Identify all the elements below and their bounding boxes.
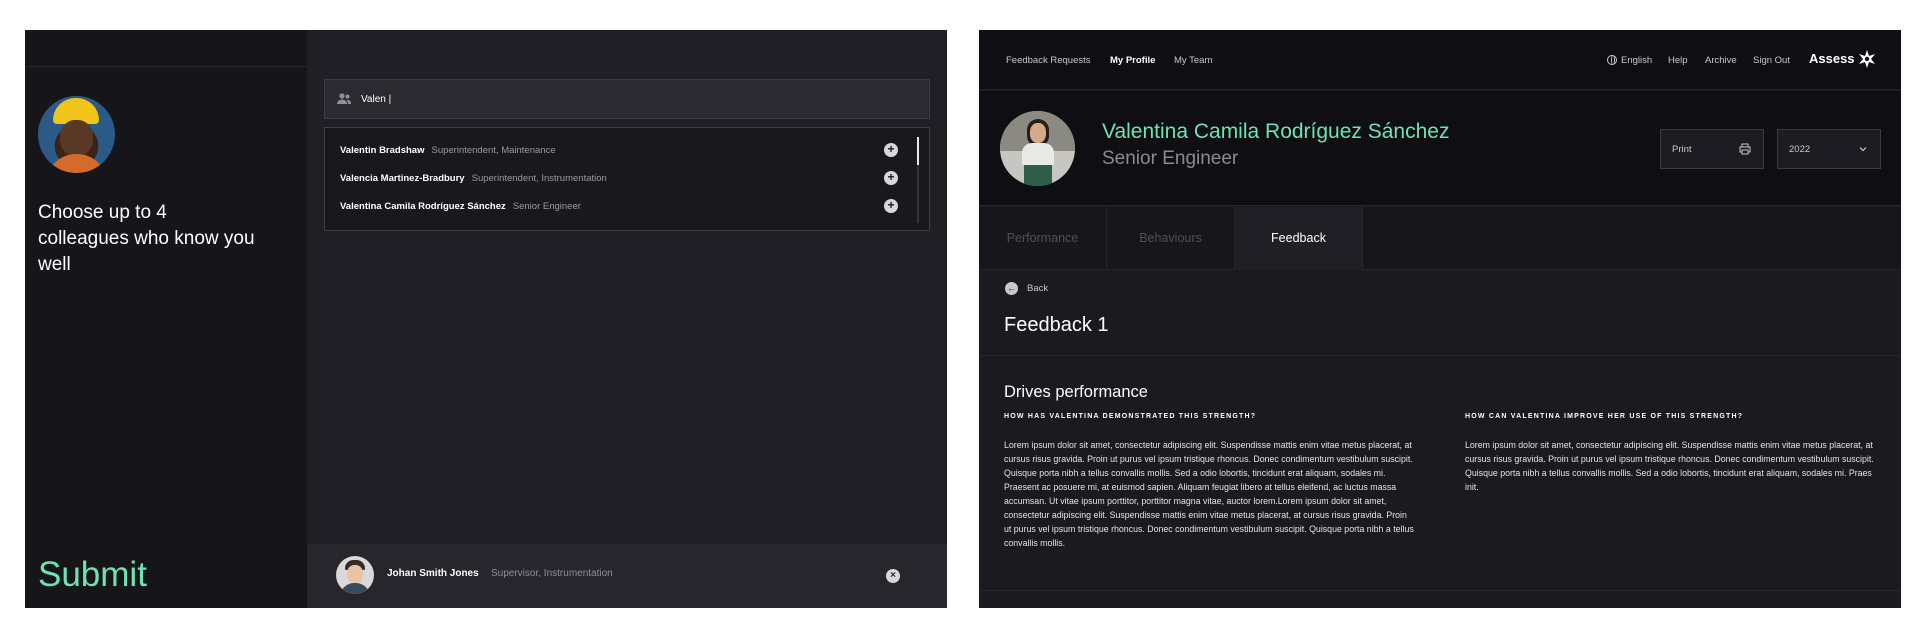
- brand-logo-icon: [1859, 50, 1875, 68]
- people-icon: [337, 93, 351, 104]
- globe-icon: [1607, 55, 1617, 65]
- list-item[interactable]: Valentina Camila Rodríguez Sánchez Senio…: [340, 196, 912, 216]
- nav-my-profile[interactable]: My Profile: [1110, 55, 1155, 66]
- language-selector[interactable]: English: [1621, 55, 1652, 66]
- profile-name: Valentina Camila Rodríguez Sánchez: [1102, 120, 1450, 143]
- result-role: Superintendent, Instrumentation: [471, 172, 607, 184]
- profile-feedback-screen: Feedback Requests My Profile My Team Eng…: [979, 30, 1901, 608]
- scrollbar[interactable]: [917, 137, 919, 223]
- selected-colleague: Johan Smith Jones Supervisor, Instrument…: [307, 544, 947, 608]
- result-role: Senior Engineer: [512, 200, 581, 212]
- nav-my-team[interactable]: My Team: [1174, 55, 1212, 66]
- printer-icon: [1739, 143, 1751, 155]
- answer-improve: Lorem ipsum dolor sit amet, consectetur …: [1465, 440, 1874, 492]
- profile-title: Senior Engineer: [1102, 148, 1239, 169]
- search-input[interactable]: [361, 89, 901, 109]
- question-improve: HOW CAN VALENTINA IMPROVE HER USE OF THI…: [1465, 413, 1744, 420]
- selected-name: Johan Smith Jones: [387, 568, 479, 579]
- top-navigation: Feedback Requests My Profile My Team Eng…: [979, 30, 1901, 90]
- answer-demonstrated: Lorem ipsum dolor sit amet, consectetur …: [1004, 440, 1414, 548]
- divider: [25, 66, 307, 67]
- divider: [979, 355, 1901, 356]
- list-item[interactable]: Valencia Martinez-Bradbury Superintenden…: [340, 168, 912, 188]
- nav-help[interactable]: Help: [1668, 55, 1688, 66]
- back-label: Back: [1027, 283, 1049, 294]
- year-select[interactable]: 2022: [1777, 129, 1881, 169]
- result-name: Valentina Camila Rodríguez Sánchez: [340, 200, 506, 212]
- tab-performance[interactable]: Performance: [979, 207, 1107, 270]
- add-icon[interactable]: +: [884, 171, 898, 185]
- result-name: Valencia Martinez-Bradbury: [340, 172, 465, 184]
- profile-tabs: Performance Behaviours Feedback: [979, 207, 1901, 270]
- chevron-down-icon: [1859, 147, 1867, 152]
- submit-button[interactable]: Submit: [38, 554, 147, 596]
- avatar: [336, 556, 374, 594]
- sidebar: Choose up to 4 colleagues who know you w…: [25, 30, 307, 608]
- back-arrow-icon: ←: [1005, 282, 1018, 295]
- profile-header: Valentina Camila Rodríguez Sánchez Senio…: [979, 91, 1901, 206]
- list-item[interactable]: Valentin Bradshaw Superintendent, Mainte…: [340, 140, 912, 160]
- selected-role: Supervisor, Instrumentation: [491, 568, 613, 579]
- divider: [979, 590, 1901, 591]
- sign-out-link[interactable]: Sign Out: [1753, 55, 1790, 66]
- strength-title: Drives performance: [1004, 383, 1148, 401]
- add-icon[interactable]: +: [884, 143, 898, 157]
- avatar: [1000, 111, 1075, 186]
- feedback-title: Feedback 1: [1004, 314, 1109, 336]
- result-role: Superintendent, Maintenance: [431, 144, 556, 156]
- colleague-picker-screen: Choose up to 4 colleagues who know you w…: [25, 30, 947, 608]
- tab-feedback[interactable]: Feedback: [1235, 207, 1363, 270]
- year-value: 2022: [1789, 144, 1811, 155]
- result-name: Valentin Bradshaw: [340, 144, 425, 156]
- question-demonstrated: HOW HAS VALENTINA DEMONSTRATED THIS STRE…: [1004, 413, 1257, 420]
- avatar: [38, 96, 115, 173]
- brand-name: Assess: [1809, 51, 1855, 66]
- add-icon[interactable]: +: [884, 199, 898, 213]
- colleague-search[interactable]: [324, 79, 930, 119]
- print-button[interactable]: Print: [1660, 129, 1764, 169]
- instruction-heading: Choose up to 4 colleagues who know you w…: [38, 202, 255, 275]
- nav-archive[interactable]: Archive: [1705, 55, 1737, 66]
- nav-feedback-requests[interactable]: Feedback Requests: [1006, 55, 1091, 66]
- tab-behaviours[interactable]: Behaviours: [1107, 207, 1235, 270]
- print-label: Print: [1672, 144, 1692, 155]
- search-results-list: Valentin Bradshaw Superintendent, Mainte…: [324, 127, 930, 231]
- remove-icon[interactable]: ×: [886, 569, 900, 583]
